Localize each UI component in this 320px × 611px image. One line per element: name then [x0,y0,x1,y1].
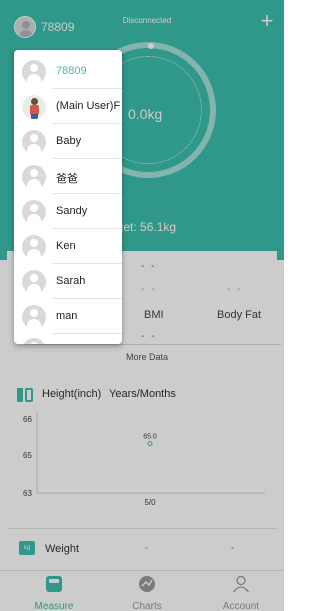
menu-divider [52,333,122,334]
app-screen: 78809 Disconnected + 0.0kg Target: 56.1k… [0,0,284,611]
user-avatar-icon [22,165,46,189]
user-avatar-icon [22,235,46,259]
user-menu-item-label: Sarah [56,275,86,287]
user-avatar-icon [22,270,46,294]
user-menu-item[interactable]: man [14,299,122,334]
user-photo [22,95,46,119]
user-avatar-icon [22,305,46,329]
user-menu-item[interactable]: Sandy [14,194,122,229]
user-menu-item-label: 爸爸 [56,173,78,185]
user-menu-item-label: man [56,310,78,322]
user-dropdown-menu: 78809 (Main User)F Baby 爸爸 Sandy Ken Sarah man [14,50,122,344]
user-menu-item-label: Sandy [56,205,88,217]
user-menu-item-label: Ken [56,240,76,252]
user-menu-item[interactable]: Sarah [14,264,122,299]
user-avatar-icon [22,60,46,84]
user-menu-item[interactable]: (Main User)F [14,89,122,124]
user-menu-item-label: (Main User)F [56,100,121,112]
user-menu-item[interactable]: 爸爸 [14,159,122,194]
user-avatar-icon [22,338,46,344]
user-menu-item[interactable]: Baby [14,124,122,159]
user-menu-item[interactable]: Ken [14,229,122,264]
user-avatar-icon [22,130,46,154]
user-avatar-icon [22,200,46,224]
user-menu-item-label: 78809 [56,65,87,77]
user-menu-item[interactable]: 78809 [14,54,122,89]
user-menu-item-label: Baby [56,135,82,147]
